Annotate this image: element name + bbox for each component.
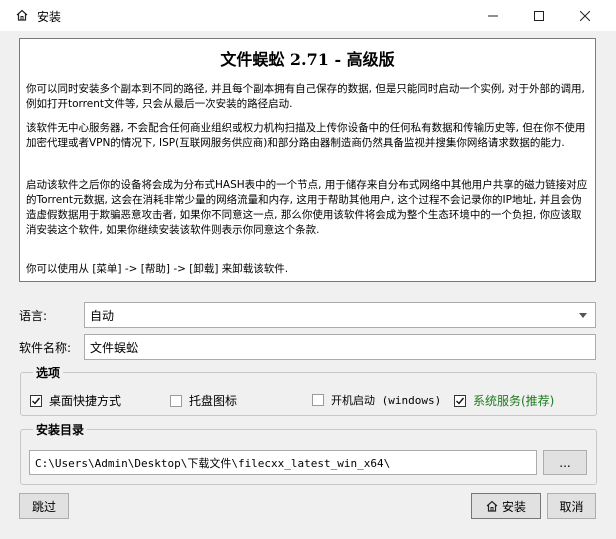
info-text-panel[interactable]: 文件蜈蚣 2.71 - 高级版 你可以同时安装多个副本到不同的路径, 并且每个副…: [19, 38, 596, 282]
software-name-label: 软件名称:: [19, 341, 72, 355]
info-paragraph-1: 你可以同时安装多个副本到不同的路径, 并且每个副本拥有自己保存的数据, 但是只能…: [26, 83, 585, 110]
close-button[interactable]: [562, 0, 608, 31]
options-title: 选项: [33, 364, 64, 381]
info-paragraph-2: 该软件无中心服务器, 不会配合任何商业组织或权力机构扫描及上传你设备中的任何私有…: [26, 122, 586, 149]
window-title: 安装: [37, 10, 62, 24]
checkbox-unchecked-icon: [312, 394, 324, 406]
install-path-input[interactable]: C:\Users\Admin\Desktop\下载文件\filecxx_late…: [29, 450, 537, 475]
cancel-button[interactable]: 取消: [547, 493, 596, 519]
info-paragraph-3: 启动该软件之后你的设备将会成为分布式HASH表中的一个节点, 用于储存来自分布式…: [26, 179, 588, 236]
tray-icon-checkbox[interactable]: 托盘图标: [170, 392, 237, 409]
home-icon: [16, 9, 28, 21]
system-service-label: 系统服务(推荐): [473, 394, 555, 408]
skip-button[interactable]: 跳过: [19, 493, 69, 519]
language-value: 自动: [90, 308, 115, 323]
checkbox-unchecked-icon: [170, 394, 182, 407]
browse-button[interactable]: ...: [543, 450, 587, 475]
desktop-shortcut-checkbox[interactable]: 桌面快捷方式: [30, 392, 121, 409]
checkbox-checked-icon: [454, 394, 466, 407]
install-dir-title: 安装目录: [33, 421, 88, 438]
autostart-checkbox[interactable]: 开机启动 (windows): [312, 392, 441, 408]
maximize-icon: [534, 10, 544, 21]
cancel-label: 取消: [559, 499, 584, 514]
language-label: 语言:: [19, 309, 48, 323]
autostart-label: 开机启动 (windows): [331, 394, 442, 407]
minimize-icon: [488, 11, 498, 21]
tray-icon-label: 托盘图标: [189, 394, 238, 408]
info-paragraph-4: 你可以使用从 [菜单] -> [帮助] -> [卸载] 来卸载该软件.: [26, 263, 289, 275]
software-name-input[interactable]: 文件蜈蚣: [84, 334, 596, 360]
software-name-value: 文件蜈蚣: [90, 340, 139, 355]
chevron-down-icon: [579, 313, 587, 318]
checkbox-checked-icon: [30, 394, 42, 407]
info-heading: 文件蜈蚣 2.71 - 高级版: [220, 50, 395, 69]
install-label: 安装: [501, 499, 526, 514]
skip-label: 跳过: [31, 499, 56, 514]
home-icon: [486, 500, 498, 512]
desktop-shortcut-label: 桌面快捷方式: [49, 394, 122, 408]
minimize-button[interactable]: [470, 0, 516, 31]
close-icon: [580, 10, 590, 21]
title-bar: 安装: [0, 0, 616, 31]
system-service-checkbox[interactable]: 系统服务(推荐): [454, 392, 554, 409]
language-select[interactable]: 自动: [84, 302, 596, 328]
maximize-button[interactable]: [516, 0, 562, 31]
browse-label: ...: [559, 455, 571, 470]
install-button[interactable]: 安装: [471, 493, 541, 519]
install-path-value: C:\Users\Admin\Desktop\下载文件\filecxx_late…: [35, 456, 391, 470]
